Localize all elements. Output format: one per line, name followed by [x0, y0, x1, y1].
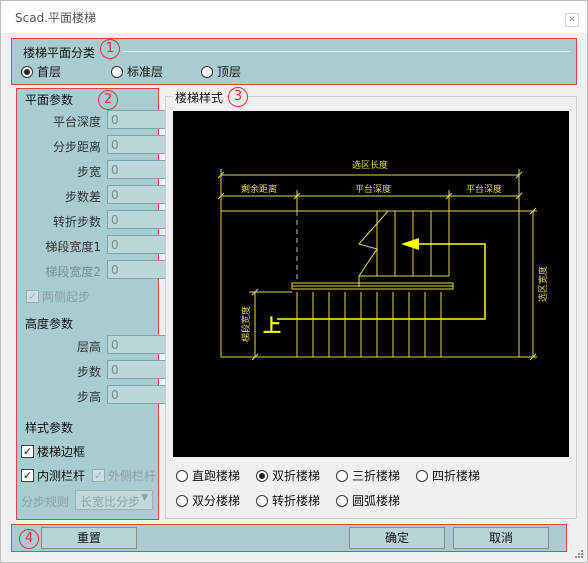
field-step-width: 步宽	[17, 160, 167, 180]
height-params-legend: 高度参数	[25, 317, 74, 331]
label-up: 上	[263, 316, 281, 337]
params-panel: 平面参数 2 平台深度 分步距离 步宽 步数差 转折步数 梯段宽度1 梯段宽度2	[16, 88, 166, 520]
radio-triple-turn-stair[interactable]: 三折楼梯	[336, 467, 400, 484]
flight-width-1-input[interactable]	[107, 235, 166, 254]
radio-dot	[256, 469, 268, 482]
footer-panel: 4 重置 确定 取消	[11, 524, 567, 552]
radio-dot	[336, 494, 348, 507]
section-badge-2: 2	[98, 90, 118, 110]
field-step-count: 步数	[17, 360, 167, 380]
step-diff-input[interactable]	[107, 185, 166, 204]
step-rule-label: 分步规则	[21, 495, 70, 509]
radio-dot	[256, 494, 268, 507]
step-width-input[interactable]	[107, 160, 166, 179]
platform-depth-input[interactable]	[107, 110, 166, 129]
radio-straight-stair[interactable]: 直跑楼梯	[176, 467, 240, 484]
stair-preview-canvas: 选区长度 剩余距离 平台深度 平台深度 选区宽度 梯段宽度 上	[173, 111, 569, 457]
flight-width-2-input	[107, 260, 166, 279]
radio-arc-stair[interactable]: 圆弧楼梯	[336, 492, 400, 509]
radio-turning-stair[interactable]: 转折楼梯	[256, 492, 320, 509]
label-platform-depth-1: 平台深度	[355, 183, 391, 195]
field-floor-height: 层高	[17, 335, 167, 355]
section-badge-3: 3	[228, 87, 248, 107]
field-flight-width-1: 梯段宽度1	[17, 235, 167, 255]
both-sides-start-checkbox: ✓ 两侧起步	[26, 290, 91, 304]
label-selection-width: 选区宽度	[537, 266, 549, 302]
radio-dot	[176, 469, 188, 482]
checkbox-box: ✓	[26, 290, 39, 303]
section-badge-4: 4	[19, 529, 39, 549]
label-remaining-distance: 剩余距离	[241, 183, 277, 195]
radio-double-turn-stair[interactable]: 双折楼梯	[256, 467, 320, 484]
step-distance-input[interactable]	[107, 135, 166, 154]
resize-grip-icon[interactable]	[573, 548, 583, 558]
radio-dot	[201, 65, 213, 78]
radio-dot	[111, 65, 123, 78]
field-platform-depth: 平台深度	[17, 110, 167, 130]
ok-button[interactable]: 确定	[349, 527, 445, 549]
radio-top-floor[interactable]: 顶层	[201, 63, 241, 80]
floor-class-panel: 楼梯平面分类 1 首层 标准层 顶层	[11, 38, 577, 85]
section-badge-1: 1	[100, 39, 120, 59]
label-flight-width: 梯段宽度	[240, 306, 252, 342]
stair-frame-checkbox[interactable]: ✓ 楼梯边框	[21, 443, 85, 460]
field-turn-steps: 转折步数	[17, 210, 167, 230]
outer-rail-checkbox: ✓ 外侧栏杆	[92, 469, 157, 483]
radio-split-stair[interactable]: 双分楼梯	[176, 492, 240, 509]
inner-rail-checkbox[interactable]: ✓ 内测栏杆	[21, 467, 85, 484]
step-rule-select: 长宽比分步 ▼	[75, 490, 153, 510]
step-height-input[interactable]	[107, 385, 166, 404]
turn-steps-input[interactable]	[107, 210, 166, 229]
floor-height-input[interactable]	[107, 335, 166, 354]
cancel-button[interactable]: 取消	[453, 527, 549, 549]
field-step-diff: 步数差	[17, 185, 167, 205]
radio-standard-floor[interactable]: 标准层	[111, 63, 163, 80]
floor-class-legend: 楼梯平面分类	[23, 46, 96, 60]
style-params-legend: 样式参数	[25, 421, 74, 435]
chevron-down-icon: ▼	[141, 493, 148, 503]
radio-dot	[336, 469, 348, 482]
stair-style-legend: 楼梯样式	[173, 89, 226, 106]
step-count-input[interactable]	[107, 360, 166, 379]
radio-first-floor[interactable]: 首层	[21, 63, 61, 80]
radio-quad-turn-stair[interactable]: 四折楼梯	[416, 467, 480, 484]
checkbox-box: ✓	[92, 469, 105, 482]
divider	[122, 51, 570, 52]
checkbox-box: ✓	[21, 469, 34, 482]
field-step-distance: 分步距离	[17, 135, 167, 155]
plane-params-legend: 平面参数	[25, 93, 74, 107]
stair-drawing: 选区长度 剩余距离 平台深度 平台深度 选区宽度 梯段宽度 上	[217, 159, 549, 361]
reset-button[interactable]: 重置	[41, 527, 137, 549]
radio-dot	[176, 494, 188, 507]
radio-dot	[21, 65, 33, 78]
radio-dot	[416, 469, 428, 482]
close-icon[interactable]: ✕	[565, 13, 579, 27]
field-flight-width-2: 梯段宽度2	[17, 260, 167, 280]
field-step-height: 步高	[17, 385, 167, 405]
title-bar[interactable]: Scad.平面楼梯 ✕	[1, 1, 587, 33]
checkbox-box: ✓	[21, 445, 34, 458]
dialog-window: Scad.平面楼梯 ✕ 楼梯平面分类 1 首层 标准层 顶层 平面参数 2 平台…	[0, 0, 588, 563]
label-selection-length: 选区长度	[352, 159, 388, 171]
label-platform-depth-2: 平台深度	[466, 183, 502, 195]
window-title: Scad.平面楼梯	[15, 11, 97, 25]
